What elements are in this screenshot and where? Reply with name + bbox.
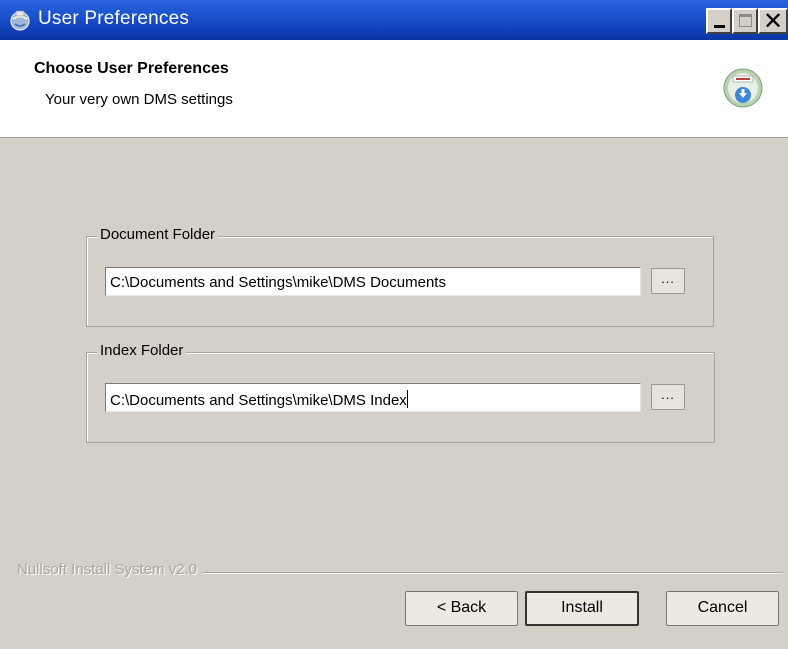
page-subtitle: Your very own DMS settings <box>45 91 233 108</box>
index-folder-label: Index Folder <box>97 342 187 359</box>
index-folder-value: C:\Documents and Settings\mike\DMS Index <box>110 392 407 409</box>
cancel-button[interactable]: Cancel <box>666 591 779 626</box>
index-folder-input[interactable]: C:\Documents and Settings\mike\DMS Index <box>105 383 641 412</box>
close-icon: ✕ <box>763 7 784 35</box>
title-bar[interactable]: User Preferences ✕ <box>0 0 788 40</box>
index-folder-browse-button[interactable]: ... <box>651 384 685 410</box>
document-folder-label: Document Folder <box>97 226 219 243</box>
install-button[interactable]: Install <box>525 591 639 626</box>
document-folder-browse-button[interactable]: ... <box>651 268 685 294</box>
installer-globe-icon <box>10 10 30 31</box>
maximize-icon <box>739 14 752 27</box>
document-folder-group: Document Folder C:\Documents and Setting… <box>86 226 714 327</box>
minimize-button[interactable] <box>706 8 732 34</box>
window-title: User Preferences <box>38 8 190 29</box>
minimize-icon <box>714 25 725 28</box>
document-folder-value: C:\Documents and Settings\mike\DMS Docum… <box>110 274 446 291</box>
install-disk-icon <box>723 68 763 108</box>
text-caret <box>406 390 408 408</box>
back-button[interactable]: < Back <box>405 591 518 626</box>
installer-window: User Preferences ✕ Choose User Preferenc… <box>0 0 788 649</box>
maximize-button[interactable] <box>732 8 758 34</box>
document-folder-input[interactable]: C:\Documents and Settings\mike\DMS Docum… <box>105 267 641 296</box>
page-header: Choose User Preferences Your very own DM… <box>0 40 788 138</box>
index-folder-group: Index Folder C:\Documents and Settings\m… <box>86 342 715 443</box>
close-button[interactable]: ✕ <box>758 7 788 35</box>
branding-text: Nullsoft Install System v2.0 <box>17 561 204 578</box>
page-title: Choose User Preferences <box>34 60 229 77</box>
